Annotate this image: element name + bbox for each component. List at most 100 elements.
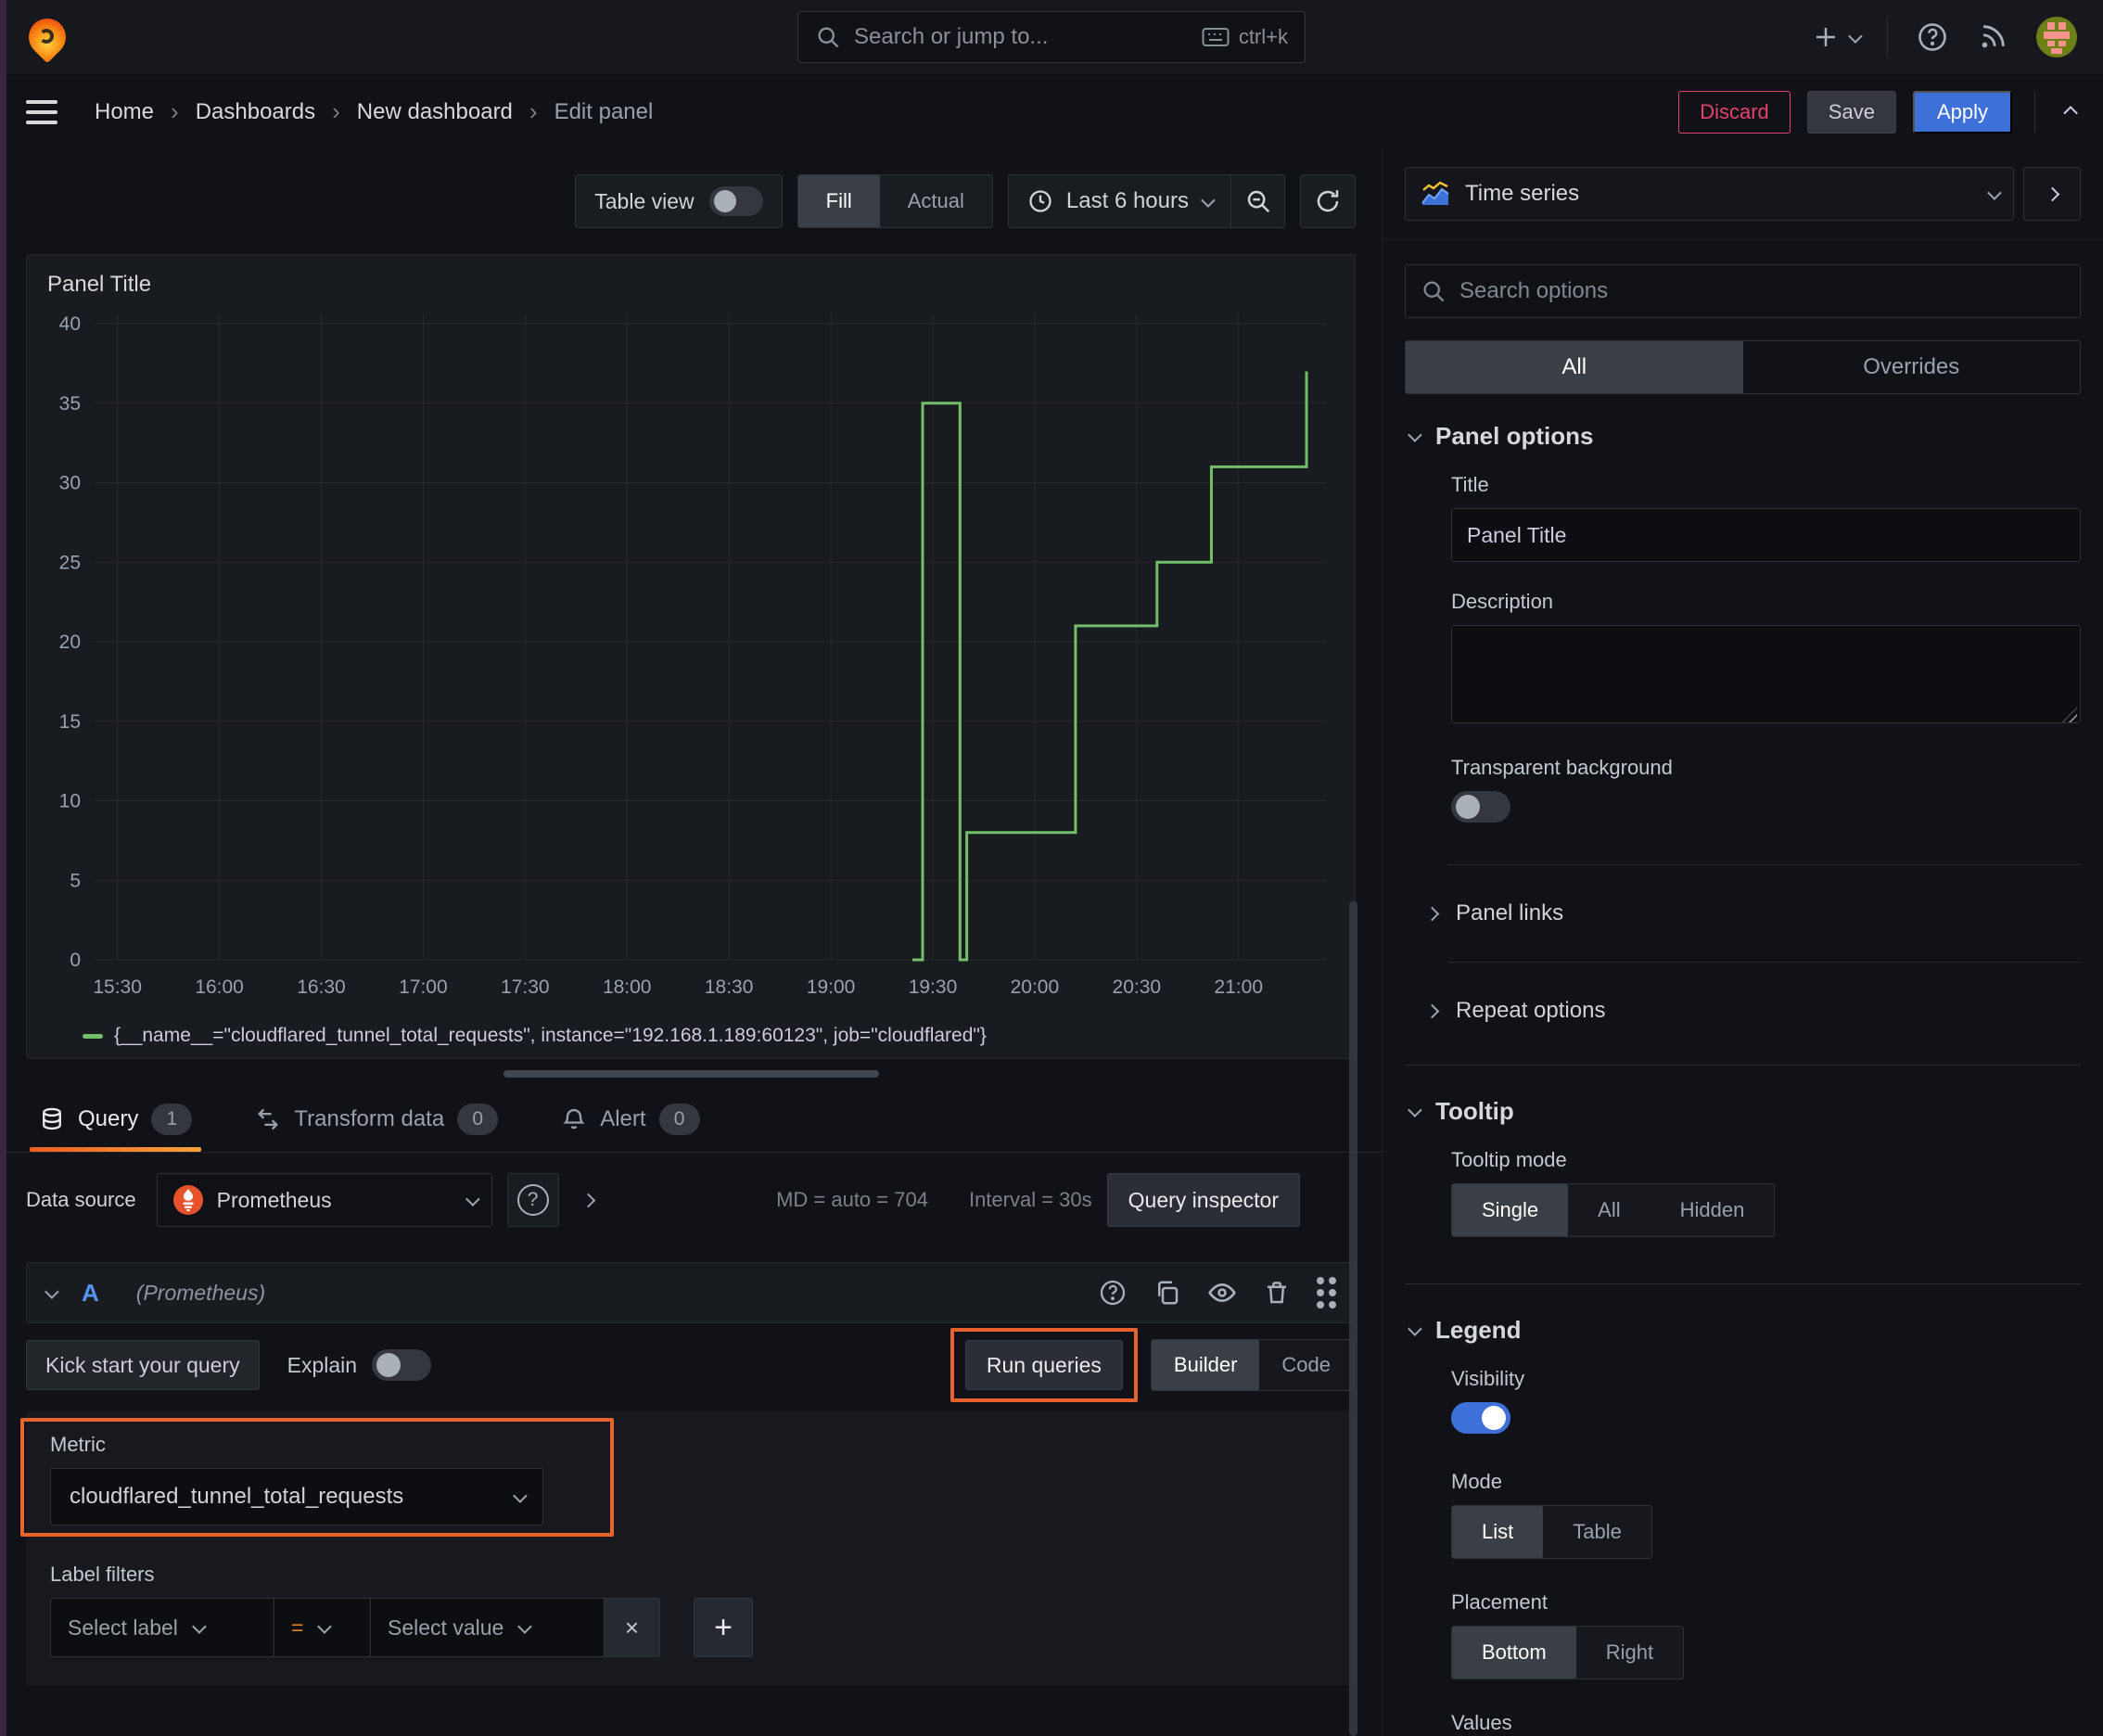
datasource-help-button[interactable]: ? [506, 1173, 559, 1227]
collapse-query-icon[interactable] [45, 1283, 59, 1299]
repeat-options-section[interactable]: Repeat options [1405, 976, 2081, 1046]
chevron-down-icon [317, 1618, 333, 1634]
kick-start-query-button[interactable]: Kick start your query [26, 1340, 260, 1390]
query-row-header[interactable]: A (Prometheus) [26, 1262, 1356, 1323]
svg-text:17:30: 17:30 [501, 976, 550, 998]
query-help-icon[interactable] [1098, 1278, 1128, 1308]
add-new-button[interactable] [1812, 23, 1863, 51]
label-filters-label: Label filters [50, 1563, 155, 1586]
pane-resize-handle[interactable] [503, 1070, 879, 1078]
legend-placement-bottom[interactable]: Bottom [1452, 1627, 1576, 1679]
transparent-background-toggle[interactable] [1451, 791, 1510, 823]
table-view-control: Table view [575, 174, 783, 228]
chevron-down-icon [1201, 192, 1216, 208]
table-view-label: Table view [594, 188, 695, 213]
tooltip-mode-single[interactable]: Single [1452, 1184, 1569, 1236]
tab-transform-data[interactable]: Transform data 0 [246, 1089, 507, 1152]
breadcrumb-new-dashboard[interactable]: New dashboard [357, 99, 513, 125]
tooltip-mode-hidden[interactable]: Hidden [1651, 1184, 1775, 1236]
add-filter-button[interactable]: + [694, 1598, 753, 1657]
apply-button[interactable]: Apply [1912, 90, 2012, 134]
label-filters-block: Label filters Select label = Select valu… [50, 1563, 1332, 1657]
save-button[interactable]: Save [1806, 90, 1896, 134]
datasource-select[interactable]: Prometheus [156, 1173, 492, 1227]
chevron-down-icon [513, 1487, 528, 1503]
builder-option[interactable]: Builder [1151, 1340, 1260, 1390]
builder-code-group: Builder Code [1150, 1339, 1354, 1391]
visualization-select[interactable]: Time series [1405, 167, 2014, 221]
transform-icon [255, 1106, 281, 1132]
metric-select[interactable]: cloudflared_tunnel_total_requests [50, 1468, 543, 1525]
select-label-dropdown[interactable]: Select label [50, 1598, 274, 1657]
global-search-input[interactable]: Search or jump to... ctrl+k [797, 11, 1306, 63]
vertical-scrollbar[interactable] [1349, 901, 1357, 1736]
legend-visibility-toggle[interactable] [1451, 1402, 1510, 1434]
alert-count-badge: 0 [658, 1104, 700, 1135]
chevron-down-icon [1408, 1321, 1422, 1336]
duplicate-query-icon[interactable] [1153, 1279, 1181, 1307]
actual-option[interactable]: Actual [880, 175, 992, 227]
divider [1447, 962, 2081, 963]
code-option[interactable]: Code [1259, 1340, 1353, 1390]
run-queries-button[interactable]: Run queries [964, 1340, 1123, 1390]
svg-text:19:00: 19:00 [807, 976, 856, 998]
remove-filter-button[interactable]: × [605, 1598, 660, 1657]
panel-options-heading[interactable]: Panel options [1408, 422, 2081, 451]
zoom-out-button[interactable] [1230, 175, 1284, 227]
legend-heading[interactable]: Legend [1408, 1316, 2081, 1345]
divider [1887, 17, 1888, 57]
query-inspector-button[interactable]: Query inspector [1106, 1173, 1300, 1227]
query-count-badge: 1 [151, 1104, 193, 1135]
search-options-input[interactable]: Search options [1405, 264, 2081, 318]
grafana-logo[interactable] [20, 10, 74, 64]
breadcrumb-home[interactable]: Home [95, 99, 154, 125]
chevron-down-icon [1848, 28, 1863, 44]
tab-overrides[interactable]: Overrides [1743, 341, 2081, 393]
tooltip-heading[interactable]: Tooltip [1408, 1097, 2081, 1126]
delete-query-icon[interactable] [1263, 1279, 1291, 1307]
select-value-dropdown[interactable]: Select value [371, 1598, 605, 1657]
refresh-button[interactable] [1300, 174, 1356, 228]
search-icon [815, 24, 841, 50]
panel-options-sidebar: Time series Search options All Overrides [1382, 148, 2103, 1736]
avatar[interactable] [2036, 17, 2077, 57]
panel-links-section[interactable]: Panel links [1405, 878, 2081, 949]
time-series-chart[interactable]: 0 5 10 15 20 25 30 35 40 15:30 16:00 16:30 17:00 17:3… [42, 298, 1340, 1023]
divider [1447, 864, 2081, 865]
tab-query-label: Query [78, 1106, 139, 1131]
panel-title-input[interactable] [1451, 508, 2081, 562]
discard-button[interactable]: Discard [1678, 90, 1791, 134]
panel-edit-left-pane: Table view Fill Actual Last 6 hours Pane… [0, 148, 1382, 1736]
explain-label: Explain [287, 1352, 358, 1377]
tab-query[interactable]: Query 1 [30, 1089, 202, 1152]
time-range-button[interactable]: Last 6 hours [1009, 175, 1230, 227]
explain-toggle[interactable] [372, 1349, 432, 1381]
legend-mode-group: List Table [1451, 1505, 1652, 1559]
chart-legend-item[interactable]: {__name__="cloudflared_tunnel_total_requ… [42, 1023, 1340, 1051]
tooltip-mode-all[interactable]: All [1568, 1184, 1650, 1236]
toggle-visibility-icon[interactable] [1207, 1278, 1237, 1308]
keyboard-icon [1202, 27, 1230, 47]
legend-placement-group: Bottom Right [1451, 1626, 1685, 1679]
collapse-header-icon[interactable] [2063, 106, 2078, 121]
legend-mode-table[interactable]: Table [1543, 1506, 1651, 1558]
title-label: Title [1451, 473, 1489, 496]
prometheus-icon [172, 1184, 204, 1216]
drag-query-handle[interactable] [1317, 1277, 1336, 1308]
legend-mode-list[interactable]: List [1452, 1506, 1544, 1558]
options-scope-tabs: All Overrides [1405, 340, 2081, 394]
chevron-right-icon[interactable] [580, 1193, 595, 1207]
tab-alert[interactable]: Alert 0 [552, 1089, 708, 1152]
legend-placement-right[interactable]: Right [1576, 1627, 1683, 1679]
news-rss-icon[interactable] [1977, 21, 2008, 53]
table-view-toggle[interactable] [708, 186, 763, 216]
operator-dropdown[interactable]: = [274, 1598, 371, 1657]
tab-all[interactable]: All [1406, 341, 1743, 393]
help-icon[interactable] [1916, 20, 1949, 54]
panel-description-input[interactable] [1451, 625, 2081, 723]
toggle-viz-picker-button[interactable] [2023, 167, 2081, 221]
fill-option[interactable]: Fill [797, 175, 880, 227]
breadcrumb-dashboards[interactable]: Dashboards [196, 99, 315, 125]
menu-toggle-icon[interactable] [26, 99, 57, 124]
legend-placement-label: Placement [1451, 1590, 1548, 1614]
